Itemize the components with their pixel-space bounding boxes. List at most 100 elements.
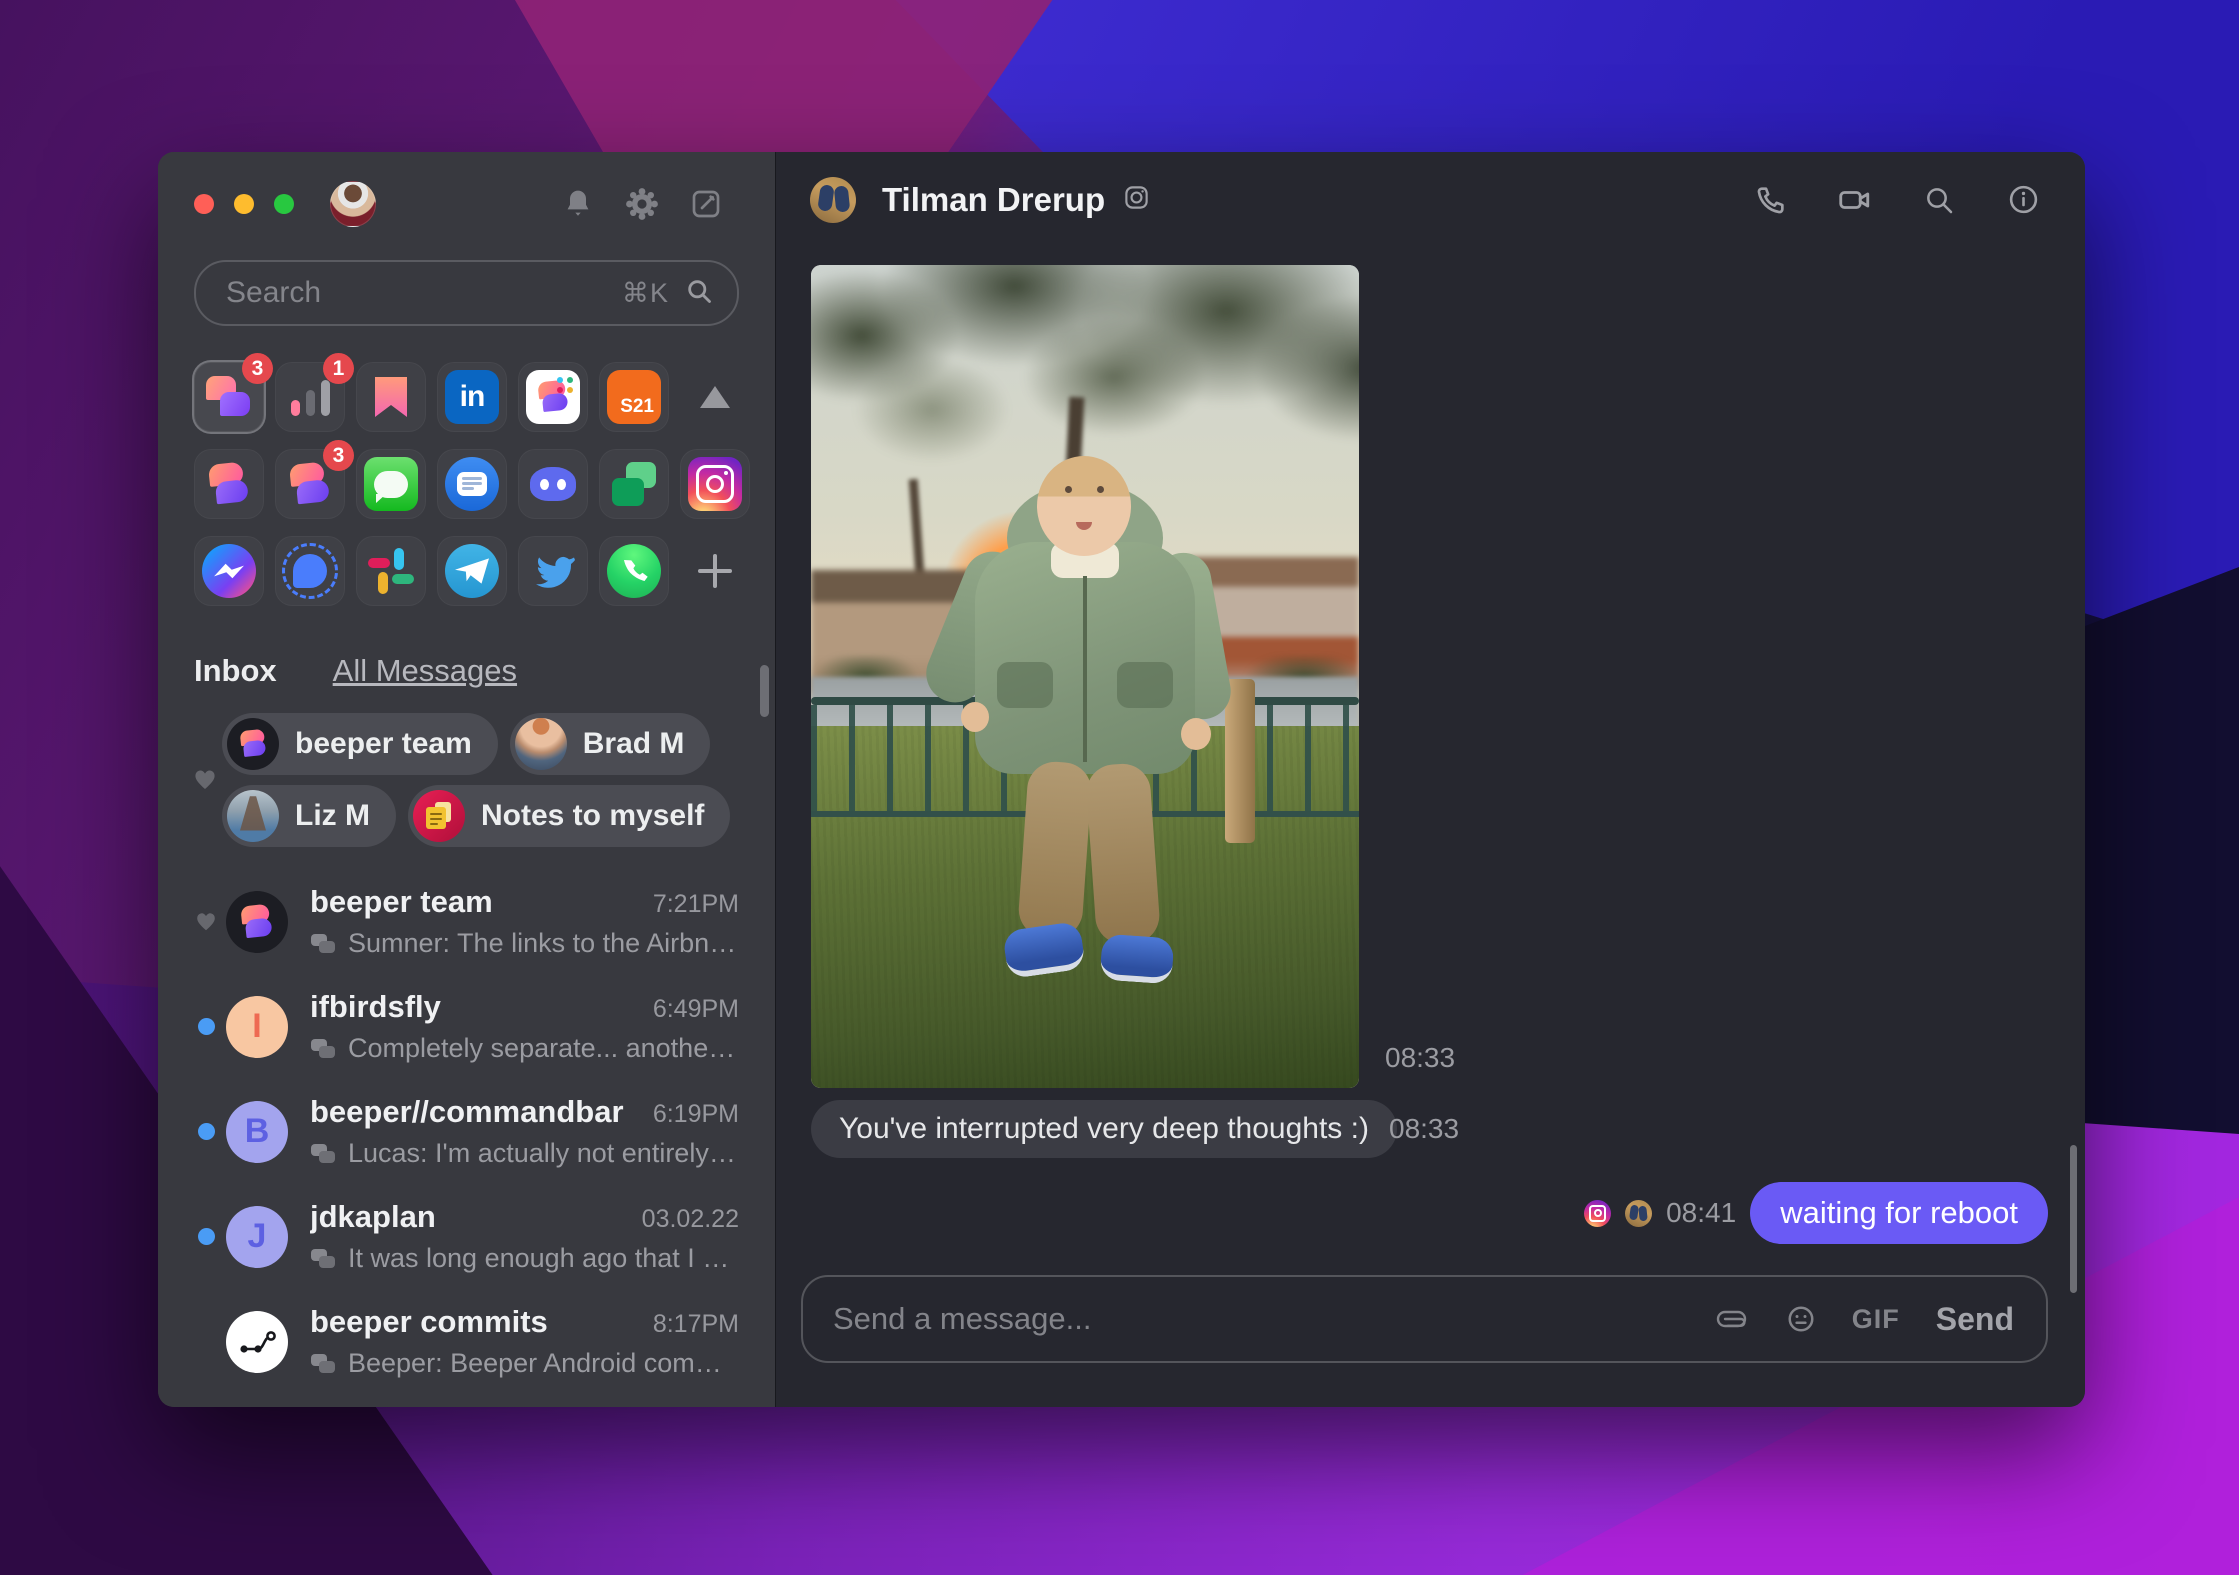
video-call-icon[interactable]	[1837, 182, 1873, 218]
unread-badge: 3	[323, 440, 354, 471]
favorite-chip-notes-to-myself[interactable]: Notes to myself	[408, 785, 731, 847]
all-messages-filter-link[interactable]: All Messages	[333, 653, 517, 689]
chat-row-jdkaplan[interactable]: J jdkaplan 03.02.22 It was long enough ag…	[158, 1184, 775, 1289]
signal-icon	[282, 543, 338, 599]
send-button[interactable]: Send	[1936, 1301, 2014, 1338]
network-tile-sms[interactable]	[437, 449, 507, 519]
network-tile-google-chat[interactable]	[599, 449, 669, 519]
beeper-window: ⌘K 3 1 in	[158, 152, 2085, 1407]
conversation-pane: Tilman Drerup 08:33 You've interrupted v…	[775, 152, 2085, 1407]
notifications-bell-icon[interactable]	[561, 187, 595, 221]
unread-dot	[197, 1228, 215, 1245]
minimize-window-button[interactable]	[234, 194, 254, 214]
linkedin-icon: in	[445, 370, 499, 424]
network-tile-slack[interactable]	[356, 536, 426, 606]
instagram-icon	[688, 457, 742, 511]
commit-graph-avatar	[226, 1310, 288, 1373]
chat-row-beeper-commits[interactable]: beeper commits 8:17PM Beeper: Beeper Andr…	[158, 1289, 775, 1394]
twitter-bird-icon	[536, 556, 575, 588]
avatar	[227, 790, 279, 842]
conversation-header: Tilman Drerup	[776, 152, 2085, 247]
favorite-chip-beeper-team[interactable]: beeper team	[222, 713, 498, 775]
emoji-icon[interactable]	[1786, 1304, 1816, 1334]
slack-icon	[368, 548, 414, 594]
network-tile-telegram[interactable]	[437, 536, 507, 606]
collapse-grid-button[interactable]	[680, 362, 750, 432]
contact-mini-avatar	[1625, 1199, 1653, 1227]
message-preview-icon	[311, 1038, 335, 1058]
add-network-button[interactable]	[680, 536, 750, 606]
conversation-title: Tilman Drerup	[882, 180, 1106, 218]
search-input[interactable]	[224, 275, 622, 311]
search-in-chat-icon[interactable]	[1921, 182, 1957, 218]
messenger-icon	[202, 544, 256, 598]
voice-call-icon[interactable]	[1753, 182, 1789, 218]
network-tile-s21[interactable]: S21	[599, 362, 669, 432]
close-window-button[interactable]	[194, 194, 214, 214]
network-tile-imessage[interactable]	[356, 449, 426, 519]
titlebar	[158, 152, 775, 256]
gif-button[interactable]: GIF	[1852, 1304, 1900, 1335]
message-preview-icon	[311, 933, 335, 953]
favorite-chip-brad-m[interactable]: Brad M	[509, 713, 711, 775]
chat-list: beeper team 7:21PM Sumner: The links to t…	[158, 869, 775, 1407]
instagram-network-badge	[1584, 1199, 1612, 1227]
network-tile-instagram[interactable]	[680, 449, 750, 519]
s21-icon: S21	[607, 370, 661, 424]
avatar	[514, 718, 567, 770]
heart-icon	[188, 713, 222, 847]
beeper-icon	[204, 459, 255, 510]
message-input[interactable]	[803, 1300, 1680, 1338]
message-composer[interactable]: GIF Send	[801, 1275, 2048, 1363]
network-tile-analytics[interactable]: 1	[275, 353, 354, 432]
network-tile-signal[interactable]	[275, 536, 345, 606]
beeper-chats-icon	[206, 374, 252, 420]
messages-scrollbar[interactable]	[2070, 1145, 2077, 1293]
unread-badge: 1	[323, 353, 354, 384]
attachment-paperclip-icon[interactable]	[1716, 1308, 1750, 1330]
unread-badge: 3	[242, 353, 273, 384]
notes-icon	[413, 790, 465, 842]
search-bar[interactable]: ⌘K	[194, 260, 739, 326]
message-preview-icon	[311, 1248, 335, 1268]
sidebar-scrollbar[interactable]	[760, 665, 769, 717]
network-tile-beeper-slack[interactable]	[518, 362, 588, 432]
beeper-logo-avatar	[226, 890, 288, 953]
chat-row-ifbirdsfly[interactable]: I ifbirdsfly 6:49PM Completely separate..…	[158, 974, 775, 1079]
incoming-message-bubble[interactable]: You've interrupted very deep thoughts :)	[811, 1100, 1397, 1158]
network-tile-discord[interactable]	[518, 449, 588, 519]
imessage-icon	[364, 457, 418, 511]
network-tile-twitter[interactable]	[518, 536, 588, 606]
telegram-icon	[445, 544, 499, 598]
message-area: 08:33 You've interrupted very deep thoug…	[776, 247, 2085, 1407]
zoom-window-button[interactable]	[274, 194, 294, 214]
network-tile-beeper[interactable]	[194, 449, 264, 519]
message-timestamp: 08:41	[1666, 1197, 1737, 1228]
sidebar: ⌘K 3 1 in	[158, 152, 775, 1407]
user-avatar[interactable]	[330, 181, 376, 227]
photo-message[interactable]	[811, 265, 1359, 1088]
outgoing-message-row: 08:41 waiting for reboot	[1584, 1182, 2048, 1244]
network-tile-beeper-secondary[interactable]: 3	[275, 440, 354, 519]
favorite-chip-liz-m[interactable]: Liz M	[222, 785, 396, 847]
avatar: J	[226, 1205, 288, 1268]
new-chat-compose-icon[interactable]	[689, 187, 723, 221]
network-tile-beeper-all-chats[interactable]: 3	[194, 353, 273, 432]
avatar: B	[226, 1100, 288, 1163]
bookmark-icon	[375, 377, 407, 417]
unread-dot	[197, 1018, 215, 1035]
beeper-logo-avatar	[227, 718, 279, 770]
network-tile-whatsapp[interactable]	[599, 536, 669, 606]
chat-row-brad-murray[interactable]: Brad Murray8:11PM Hey...	[158, 1394, 775, 1407]
chat-row-beeper-commandbar[interactable]: B beeper//commandbar 6:19PM Lucas: I'm ac…	[158, 1079, 775, 1184]
network-tile-messenger[interactable]	[194, 536, 264, 606]
info-icon[interactable]	[2005, 182, 2041, 218]
contact-avatar[interactable]	[810, 176, 856, 223]
chat-row-beeper-team[interactable]: beeper team 7:21PM Sumner: The links to t…	[158, 869, 775, 974]
outgoing-message-bubble[interactable]: waiting for reboot	[1750, 1182, 2048, 1244]
network-tile-bookmarks[interactable]	[356, 362, 426, 432]
network-tile-linkedin[interactable]: in	[437, 362, 507, 432]
message-preview-icon	[311, 1353, 335, 1373]
google-chat-icon	[612, 462, 656, 506]
settings-gear-icon[interactable]	[625, 187, 659, 221]
